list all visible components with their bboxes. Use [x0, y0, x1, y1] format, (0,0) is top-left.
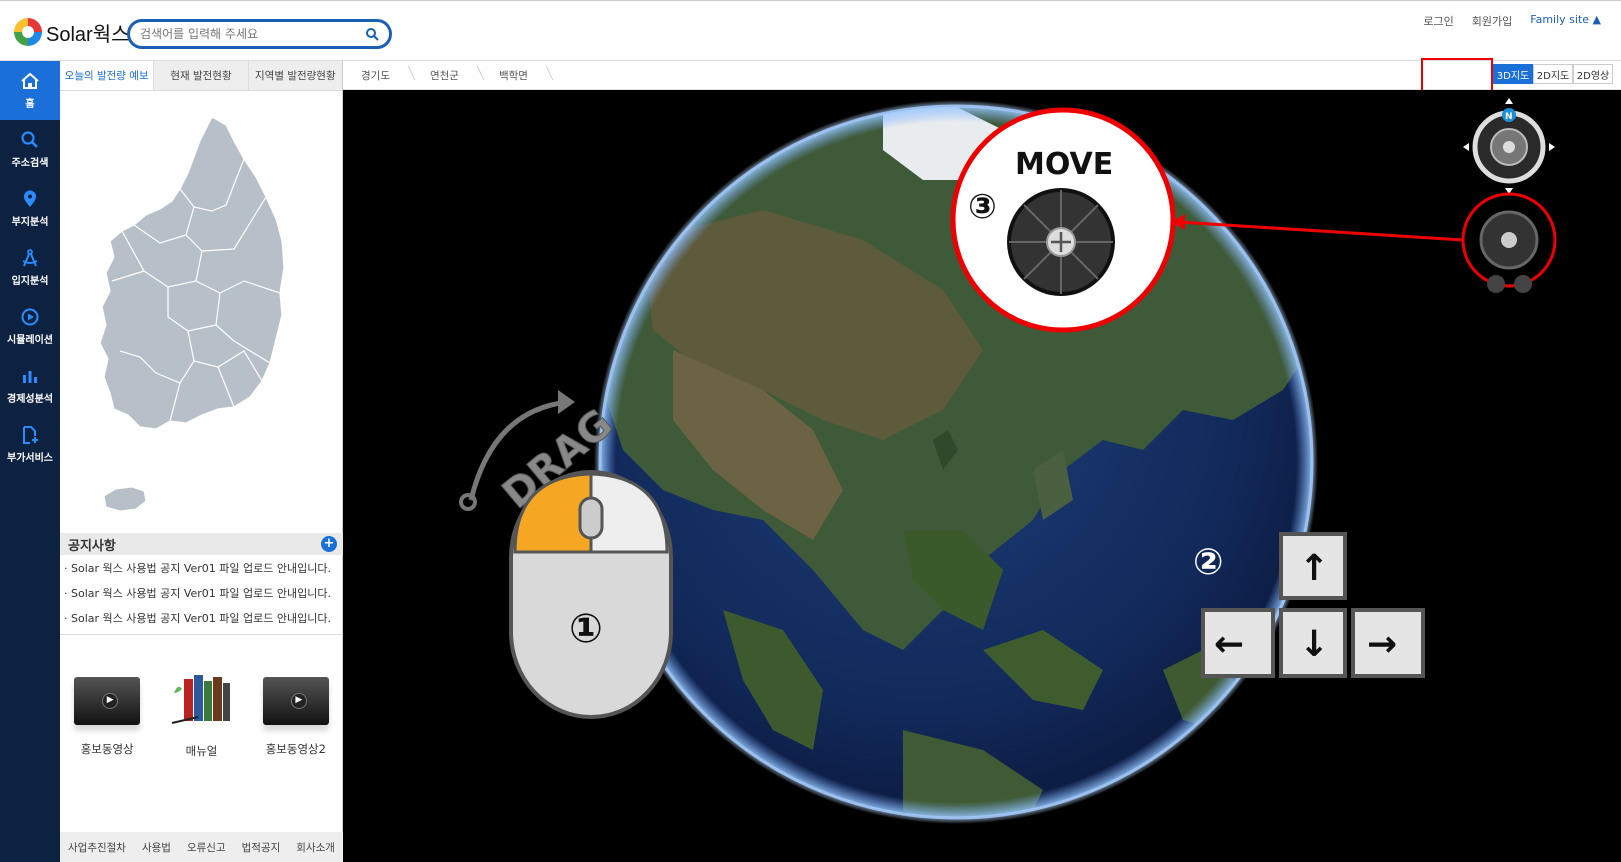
compass-icon	[22, 249, 38, 267]
navigation-controls[interactable]: N	[1461, 98, 1557, 293]
nav-item-address-search[interactable]: 주소검색	[0, 120, 60, 179]
move-cross-icon	[1501, 232, 1517, 248]
play-icon	[21, 308, 39, 326]
footer-link-error-report[interactable]: 오류신고	[187, 840, 226, 855]
footer-links: 사업추진절차 사용법 오류신고 법적공지 회사소개	[60, 832, 343, 862]
logo[interactable]: Solar웍스	[14, 17, 130, 47]
zoom-in-button[interactable]	[1487, 275, 1505, 293]
zoom-out-button[interactable]	[1514, 275, 1532, 293]
media-links: 홍보동영상 매뉴얼 홍보동영상2	[60, 669, 343, 789]
breadcrumb-item-town[interactable]: 백학면	[481, 68, 550, 83]
view-2d-image-button[interactable]: 2D영상	[1573, 64, 1613, 84]
nav-label: 홈	[25, 99, 35, 110]
globe-canvas[interactable]: DRAG ① ② ↑ ← ↓ → N MOVE ③	[343, 90, 1621, 862]
family-site-link[interactable]: Family site ▲	[1530, 13, 1601, 29]
top-header: Solar웍스 로그인 회원가입 Family site ▲	[0, 0, 1621, 61]
nav-label: 부지분석	[11, 217, 49, 228]
footer-link-usage[interactable]: 사용법	[142, 840, 171, 855]
notice-title: 공지사항	[68, 538, 116, 554]
arrow-up-key: ↑	[1299, 548, 1329, 589]
logo-mark-icon	[14, 18, 42, 46]
notice-item[interactable]: · Solar 웍스 사용법 공지 Ver01 파일 업로드 안내입니다.	[60, 580, 343, 605]
location-pin-icon	[24, 190, 36, 207]
nav-label: 경제성분석	[7, 394, 53, 405]
arrow-down-key: ↓	[1299, 624, 1329, 665]
breadcrumb-item-county[interactable]: 연천군	[412, 68, 481, 83]
nav-item-economic-analysis[interactable]: 경제성분석	[0, 356, 60, 415]
nav-label: 시뮬레이션	[7, 335, 53, 346]
move-label: MOVE	[1015, 147, 1113, 182]
arrow-right-key: →	[1367, 624, 1397, 665]
search-input[interactable]	[140, 27, 360, 41]
tab-current-status[interactable]: 현재 발전현황	[153, 61, 248, 90]
signup-link[interactable]: 회원가입	[1472, 13, 1512, 29]
search-box	[127, 19, 392, 49]
top-links: 로그인 회원가입 Family site ▲	[1423, 13, 1601, 29]
media-label: 홍보동영상2	[265, 742, 326, 756]
video-thumbnail-icon	[74, 677, 141, 725]
nav-label: 부가서비스	[7, 453, 53, 464]
step-3-label: ③	[968, 187, 997, 227]
media-item-promo-video-2[interactable]: 홍보동영상2	[258, 669, 334, 789]
footer-link-legal[interactable]: 법적공지	[242, 840, 281, 855]
nav-item-simulation[interactable]: 시뮬레이션	[0, 297, 60, 356]
footer-link-process[interactable]: 사업추진절차	[68, 840, 126, 855]
media-label: 홍보동영상	[80, 742, 134, 756]
divider	[60, 634, 343, 635]
compass-north-label: N	[1505, 112, 1513, 122]
compass-up-arrow-icon[interactable]	[1505, 98, 1513, 104]
bar-chart-icon	[23, 371, 37, 383]
korea-region-map[interactable]	[84, 111, 314, 541]
nav-label: 입지분석	[11, 276, 49, 287]
nav-item-location-analysis[interactable]: 입지분석	[0, 238, 60, 297]
search-icon[interactable]	[365, 27, 379, 41]
books-icon	[172, 675, 231, 724]
add-document-icon	[23, 426, 38, 444]
panel-tabs: 오늘의 발전량 예보 현재 발전현황 지역별 발전량현황	[60, 61, 342, 91]
nav-item-site-analysis[interactable]: 부지분석	[0, 179, 60, 238]
footer-link-company[interactable]: 회사소개	[296, 840, 335, 855]
media-item-promo-video[interactable]: 홍보동영상	[69, 669, 145, 789]
media-label: 매뉴얼	[185, 744, 218, 758]
view-2d-map-button[interactable]: 2D지도	[1533, 64, 1573, 84]
view-mode-buttons: 3D지도 2D지도 2D영상	[1493, 64, 1613, 84]
breadcrumb-item-province[interactable]: 경기도	[343, 68, 412, 83]
side-panel: 오늘의 발전량 예보 현재 발전현황 지역별 발전량현황 공지사항 + · So…	[60, 61, 343, 862]
compass-left-arrow-icon[interactable]	[1463, 143, 1469, 151]
move-zoom-callout: MOVE ③	[950, 107, 1176, 333]
left-nav: 홈 주소검색 부지분석 입지분석 시뮬레이션 경제성분석 부가서비스	[0, 61, 60, 862]
step-2-label: ②	[1193, 542, 1223, 583]
video-thumbnail-icon	[262, 677, 329, 725]
arrow-left-key: ←	[1214, 624, 1244, 665]
tab-today-forecast[interactable]: 오늘의 발전량 예보	[60, 61, 154, 90]
mouse-illustration: ①	[509, 470, 673, 719]
nav-label: 주소검색	[11, 158, 49, 169]
app-root: Solar웍스 로그인 회원가입 Family site ▲ 홈 주소검색 부지…	[0, 0, 1621, 862]
login-link[interactable]: 로그인	[1423, 13, 1453, 29]
notice-item[interactable]: · Solar 웍스 사용법 공지 Ver01 파일 업로드 안내입니다.	[60, 605, 343, 630]
plus-icon[interactable]: +	[321, 536, 337, 552]
search-icon	[21, 131, 38, 148]
tab-regional-status[interactable]: 지역별 발전량현황	[247, 61, 342, 90]
home-icon	[21, 72, 39, 89]
notice-section: 공지사항 + · Solar 웍스 사용법 공지 Ver01 파일 업로드 안내…	[60, 533, 343, 635]
compass-right-arrow-icon[interactable]	[1549, 143, 1555, 151]
logo-text: Solar웍스	[46, 23, 130, 46]
map-view[interactable]: DRAG ① ② ↑ ← ↓ → N MOVE ③	[343, 90, 1621, 862]
step-1-label: ①	[569, 606, 603, 652]
notice-item[interactable]: · Solar 웍스 사용법 공지 Ver01 파일 업로드 안내입니다.	[60, 555, 343, 580]
media-item-manual[interactable]: 매뉴얼	[163, 669, 239, 789]
notice-header: 공지사항 +	[60, 533, 343, 555]
view-3d-map-button[interactable]: 3D지도	[1493, 64, 1533, 84]
nav-item-extra-services[interactable]: 부가서비스	[0, 415, 60, 474]
nav-item-home[interactable]: 홈	[0, 61, 60, 120]
